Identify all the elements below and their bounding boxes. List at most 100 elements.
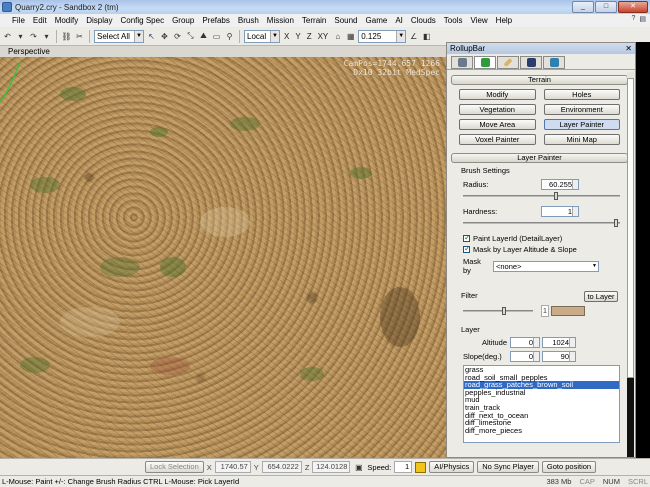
viewport-control-bar: Lock Selection X 1740.57 Y 654.0222 Z 12…: [0, 458, 650, 475]
grid-icon[interactable]: ▦: [345, 31, 356, 42]
menu-clouds[interactable]: Clouds: [407, 16, 440, 25]
x-coordinate-field[interactable]: 1740.57: [214, 461, 251, 473]
tab-display[interactable]: [520, 56, 542, 69]
altitude-max-spinner[interactable]: 1024: [542, 337, 576, 348]
goto-position-button[interactable]: Goto position: [541, 461, 597, 473]
tab-layers[interactable]: [543, 56, 565, 69]
ai-physics-button[interactable]: AI/Physics: [429, 461, 475, 473]
mask-altitude-checkbox[interactable]: Mask by Layer Altitude & Slope: [463, 244, 630, 254]
altitude-min-spinner[interactable]: 0: [510, 337, 540, 348]
y-coordinate-field[interactable]: 654.0222: [261, 461, 302, 473]
menu-file[interactable]: File: [8, 16, 29, 25]
filter-number[interactable]: 1: [541, 305, 549, 317]
layer-list[interactable]: grass road_soil_small_pepples road_grass…: [463, 365, 620, 443]
axis-xy-button[interactable]: XY: [316, 32, 331, 41]
close-button[interactable]: ✕: [618, 1, 648, 13]
menu-help[interactable]: Help: [492, 16, 516, 25]
tab-objects[interactable]: [451, 56, 473, 69]
terrain-follow-icon[interactable]: ⌂: [332, 31, 343, 42]
axis-y-button[interactable]: Y: [293, 32, 302, 41]
slider-thumb[interactable]: [554, 192, 559, 200]
menu-modify[interactable]: Modify: [51, 16, 83, 25]
select-region-icon[interactable]: ▭: [211, 31, 222, 42]
environment-button[interactable]: Environment: [543, 104, 620, 115]
mini-map-button[interactable]: Mini Map: [543, 134, 620, 145]
menu-tools[interactable]: Tools: [440, 16, 467, 25]
layer-painter-section-header[interactable]: Layer Painter: [451, 153, 628, 163]
hardness-slider[interactable]: [463, 219, 620, 227]
layer-item[interactable]: diff_more_pieces: [464, 427, 619, 435]
filter-icon[interactable]: ⚲: [224, 31, 235, 42]
rollup-scrollbar[interactable]: [627, 72, 634, 457]
menu-config-spec[interactable]: Config Spec: [116, 16, 168, 25]
link-icon[interactable]: ⛓: [61, 31, 72, 42]
paint-layer-checkbox[interactable]: Paint LayerId (DetailLayer): [463, 233, 630, 243]
slope-min-spinner[interactable]: 0: [510, 351, 540, 362]
display-options-icon[interactable]: ◧: [421, 31, 432, 42]
coord-system-dropdown[interactable]: Local ▼: [244, 29, 280, 43]
move-icon[interactable]: ✥: [159, 31, 170, 42]
redo-dropdown-icon[interactable]: ▾: [41, 31, 52, 42]
layer-painter-button[interactable]: Layer Painter: [543, 119, 620, 130]
menu-display[interactable]: Display: [82, 16, 116, 25]
unlink-icon[interactable]: ✂: [74, 31, 85, 42]
menu-brush[interactable]: Brush: [234, 16, 263, 25]
angle-snap-icon[interactable]: ∠: [408, 31, 419, 42]
terrain-section-header[interactable]: Terrain: [451, 75, 628, 85]
vegetation-button[interactable]: Vegetation: [459, 104, 536, 115]
select-mode-dropdown[interactable]: Select All ▼: [94, 29, 144, 43]
rotate-icon[interactable]: ⟳: [172, 31, 183, 42]
radius-spinner[interactable]: 60.255: [541, 179, 579, 190]
checkbox-box[interactable]: [463, 233, 471, 242]
layer-color-swatch[interactable]: [551, 306, 585, 316]
close-icon[interactable]: ✕: [625, 43, 632, 54]
speed-field[interactable]: 1: [394, 461, 413, 473]
minimize-button[interactable]: _: [572, 1, 594, 13]
lock-selection-button[interactable]: Lock Selection: [145, 461, 204, 473]
grid-size-dropdown[interactable]: 0.125 ▼: [358, 29, 407, 43]
lock-icon[interactable]: ▣: [353, 462, 364, 473]
scrollbar-thumb[interactable]: [627, 78, 634, 378]
layer-item[interactable]: pepples_industrial: [464, 389, 619, 397]
redo-icon[interactable]: ↷: [28, 31, 39, 42]
dock-icon[interactable]: ▤: [639, 15, 646, 23]
checkbox-box[interactable]: [463, 244, 471, 253]
hardness-spinner[interactable]: 1: [541, 206, 579, 217]
slider-thumb[interactable]: [613, 219, 618, 227]
perspective-viewport[interactable]: CamPos=1744.657 1266 Dx10 32bit MedSpec: [0, 57, 446, 458]
menu-sound[interactable]: Sound: [330, 16, 361, 25]
menu-terrain[interactable]: Terrain: [298, 16, 330, 25]
menu-view[interactable]: View: [466, 16, 491, 25]
slider-thumb[interactable]: [501, 307, 506, 315]
filter-slider[interactable]: [463, 307, 533, 315]
to-layer-button[interactable]: to Layer: [584, 291, 618, 302]
menu-edit[interactable]: Edit: [29, 16, 51, 25]
z-coordinate-field[interactable]: 124.0128: [312, 461, 351, 473]
tab-modeling[interactable]: [497, 56, 519, 69]
maximize-button[interactable]: □: [595, 1, 617, 13]
slope-max-spinner[interactable]: 90: [542, 351, 576, 362]
scale-icon[interactable]: ⤡: [185, 31, 196, 42]
axis-x-button[interactable]: X: [282, 32, 291, 41]
menu-game[interactable]: Game: [362, 16, 392, 25]
voxel-painter-button[interactable]: Voxel Painter: [459, 134, 536, 145]
undo-dropdown-icon[interactable]: ▾: [15, 31, 26, 42]
modify-button[interactable]: Modify: [459, 89, 536, 100]
help-icon[interactable]: ?: [631, 15, 635, 23]
terrain-snap-icon[interactable]: ⛰: [198, 31, 209, 42]
undo-icon[interactable]: ↶: [2, 31, 13, 42]
menu-group[interactable]: Group: [168, 16, 198, 25]
menu-ai[interactable]: AI: [391, 16, 407, 25]
physics-icon[interactable]: [415, 461, 427, 473]
select-cursor-icon[interactable]: ↖: [146, 31, 157, 42]
menu-mission[interactable]: Mission: [263, 16, 298, 25]
tab-terrain[interactable]: [474, 56, 496, 69]
move-area-button[interactable]: Move Area: [459, 119, 536, 130]
holes-button[interactable]: Holes: [543, 89, 620, 100]
menu-prefabs[interactable]: Prefabs: [198, 16, 234, 25]
mask-by-dropdown[interactable]: <none>: [493, 260, 599, 272]
grass-patch: [60, 87, 86, 101]
radius-slider[interactable]: [463, 192, 620, 200]
axis-z-button[interactable]: Z: [305, 32, 314, 41]
no-sync-player-button[interactable]: No Sync Player: [477, 461, 539, 473]
